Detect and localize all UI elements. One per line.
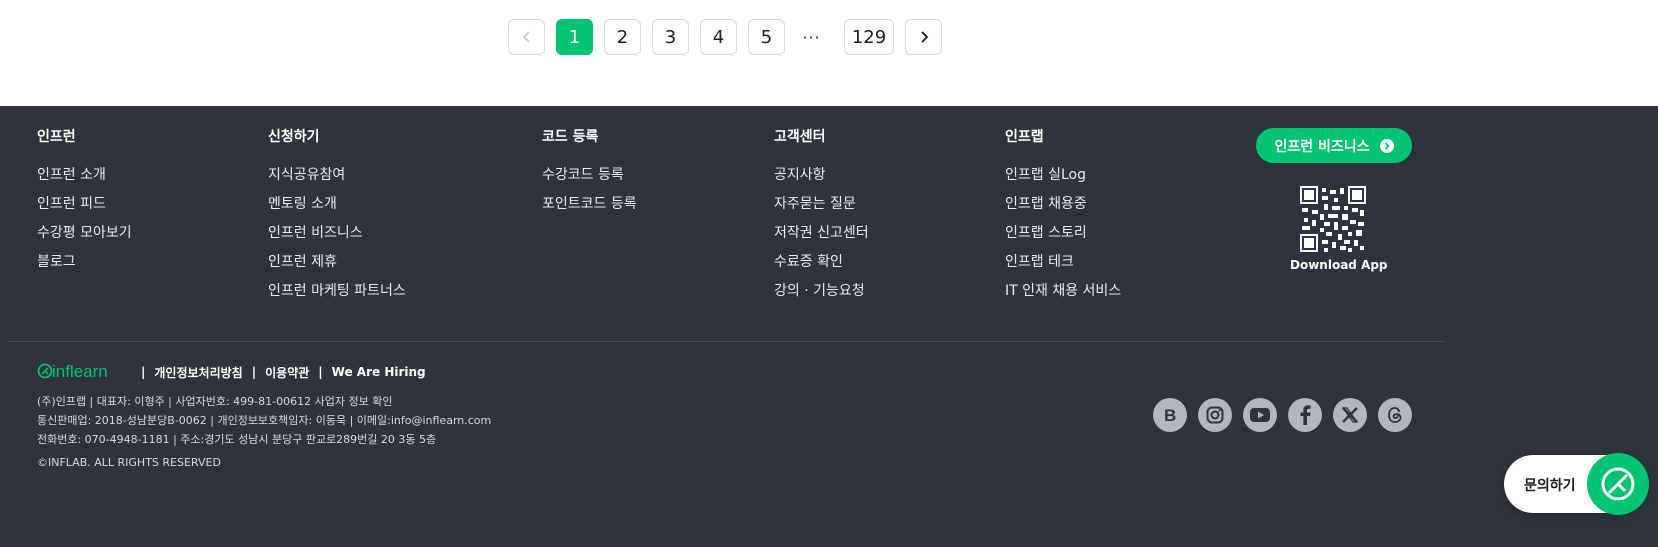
svg-text:B: B: [1164, 406, 1176, 425]
separator: |: [141, 365, 146, 379]
page-button-last[interactable]: 129: [844, 19, 894, 55]
company-info-line: 전화번호: 070-4948-1181 | 주소:경기도 성남시 분당구 판교로…: [37, 433, 437, 446]
company-info-line: (주)인프랩 | 대표자: 이형주 | 사업자번호: 499-81-00612 …: [37, 395, 393, 408]
footer-column-inflearn: 인프런 인프런 소개 인프런 피드 수강평 모아보기 블로그: [37, 128, 132, 282]
arrow-right-circle-icon: [1379, 138, 1394, 153]
pagination-ellipsis: ···: [802, 27, 821, 47]
footer-link[interactable]: 수강코드 등록: [542, 166, 637, 184]
terms-link[interactable]: 이용약관: [265, 364, 309, 381]
qr-code-icon: [1300, 186, 1366, 252]
footer-column-apply: 신청하기 지식공유참여 멘토링 소개 인프런 비즈니스 인프런 제휴 인프런 마…: [268, 128, 406, 311]
footer-link[interactable]: 공지사항: [774, 166, 869, 184]
footer-link[interactable]: 수강평 모아보기: [37, 224, 132, 242]
footer-link[interactable]: 포인트코드 등록: [542, 195, 637, 213]
blog-icon[interactable]: B: [1153, 398, 1187, 432]
footer-link[interactable]: 멘토링 소개: [268, 195, 406, 213]
footer-column-title: 인프랩: [1005, 129, 1044, 145]
footer-column-code: 코드 등록 수강코드 등록 포인트코드 등록: [542, 128, 637, 224]
footer-link[interactable]: 지식공유참여: [268, 166, 406, 184]
logo-text: inflearn: [52, 362, 108, 381]
footer-link[interactable]: 강의 · 기능요청: [774, 282, 869, 300]
footer-column-title: 신청하기: [268, 129, 320, 145]
footer-link[interactable]: 인프런 마케팅 파트너스: [268, 282, 406, 300]
threads-icon[interactable]: [1378, 398, 1412, 432]
next-page-button[interactable]: [905, 19, 942, 55]
company-info-line: 통신판매업: 2018-성남분당B-0062 | 개인정보보호책임자: 이동욱 …: [37, 414, 492, 427]
inflearn-business-button[interactable]: 인프런 비즈니스: [1256, 128, 1412, 163]
site-footer: 인프런 인프런 소개 인프런 피드 수강평 모아보기 블로그 신청하기 지식공유…: [0, 106, 1658, 547]
prev-page-button[interactable]: [508, 19, 545, 55]
copyright-text: ©INFLAB. ALL RIGHTS RESERVED: [37, 456, 221, 469]
page-button-4[interactable]: 4: [700, 19, 737, 55]
privacy-policy-link[interactable]: 개인정보처리방침: [154, 364, 242, 381]
footer-link[interactable]: 인프랩 실Log: [1005, 166, 1121, 184]
inflearn-logo[interactable]: inflearn: [37, 362, 123, 382]
footer-link[interactable]: 인프런 제휴: [268, 253, 406, 271]
footer-column-title: 고객센터: [774, 129, 826, 145]
facebook-icon[interactable]: [1288, 398, 1322, 432]
footer-link[interactable]: IT 인재 채용 서비스: [1005, 282, 1121, 300]
footer-link[interactable]: 자주묻는 질문: [774, 195, 869, 213]
page-button-3[interactable]: 3: [652, 19, 689, 55]
hiring-link[interactable]: We Are Hiring: [332, 365, 426, 379]
footer-link[interactable]: 수료증 확인: [774, 253, 869, 271]
inflearn-logo-mark: inflearn: [37, 362, 108, 381]
download-app-label[interactable]: Download App: [1290, 258, 1388, 272]
footer-link[interactable]: 저작권 신고센터: [774, 224, 869, 242]
footer-link[interactable]: 블로그: [37, 253, 132, 271]
footer-bottom-links: inflearn | 개인정보처리방침 | 이용약관 | We Are Hiri…: [37, 362, 426, 382]
separator: |: [318, 365, 323, 379]
footer-link[interactable]: 인프랩 테크: [1005, 253, 1121, 271]
footer-column-title: 인프런: [37, 129, 76, 145]
x-icon[interactable]: [1333, 398, 1367, 432]
page-button-2[interactable]: 2: [604, 19, 641, 55]
footer-column-inflab: 인프랩 인프랩 실Log 인프랩 채용중 인프랩 스토리 인프랩 테크 IT 인…: [1005, 128, 1121, 311]
chevron-left-icon: [522, 31, 530, 43]
business-button-label: 인프런 비즈니스: [1274, 138, 1370, 155]
page-button-5[interactable]: 5: [748, 19, 785, 55]
footer-divider: [8, 341, 1446, 342]
separator: |: [251, 365, 257, 379]
footer-column-support: 고객센터 공지사항 자주묻는 질문 저작권 신고센터 수료증 확인 강의 · 기…: [774, 128, 869, 311]
instagram-icon[interactable]: [1198, 398, 1232, 432]
inquiry-label: 문의하기: [1524, 478, 1576, 494]
youtube-icon[interactable]: [1243, 398, 1277, 432]
footer-link[interactable]: 인프랩 스토리: [1005, 224, 1121, 242]
footer-link[interactable]: 인프런 피드: [37, 195, 132, 213]
footer-link[interactable]: 인프랩 채용중: [1005, 195, 1121, 213]
inquiry-leaf-icon[interactable]: [1587, 453, 1649, 515]
company-info: (주)인프랩 | 대표자: 이형주 | 사업자번호: 499-81-00612 …: [37, 392, 491, 449]
page-button-1[interactable]: 1: [556, 19, 593, 55]
footer-link[interactable]: 인프런 소개: [37, 166, 132, 184]
chevron-right-icon: [920, 31, 928, 43]
footer-column-title: 코드 등록: [542, 129, 599, 145]
footer-link[interactable]: 인프런 비즈니스: [268, 224, 406, 242]
